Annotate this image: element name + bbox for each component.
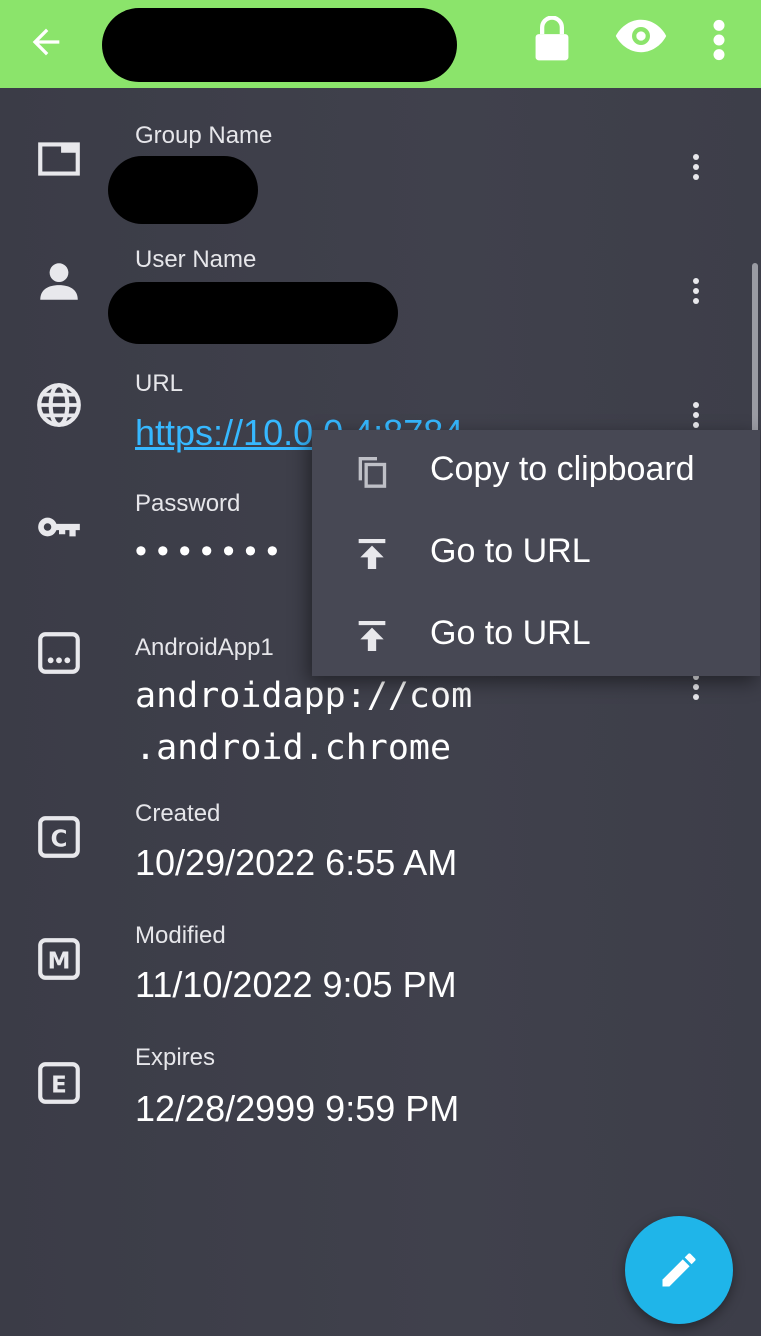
- android-app-value: androidapp://com .android.chrome: [135, 676, 473, 768]
- group-name-value-redacted: [108, 156, 258, 224]
- menu-item-go-to-url-2[interactable]: Go to URL: [312, 594, 760, 676]
- expires-e-icon: E: [38, 1062, 80, 1104]
- field-user-name[interactable]: User Name: [0, 242, 740, 352]
- person-icon: [40, 263, 78, 300]
- app-window-icon: [38, 632, 80, 674]
- copy-icon: [358, 457, 387, 488]
- expires-label: Expires: [135, 1044, 216, 1071]
- modified-label: Modified: [135, 922, 226, 949]
- edit-fab-button[interactable]: [625, 1216, 733, 1324]
- more-vert-icon[interactable]: [688, 276, 704, 306]
- user-name-value-redacted: [108, 282, 398, 344]
- modified-m-icon: M: [38, 938, 80, 980]
- more-vert-icon[interactable]: [688, 400, 704, 430]
- upload-arrow-icon: [358, 621, 386, 651]
- menu-item-label: Go to URL: [430, 614, 591, 652]
- pencil-icon: [662, 1253, 696, 1287]
- menu-item-label: Copy to clipboard: [430, 450, 695, 488]
- group-name-label: Group Name: [135, 122, 273, 149]
- lock-icon[interactable]: [532, 16, 572, 62]
- context-menu: Copy to clipboard Go to URL Go to URL: [312, 430, 760, 676]
- created-value: 10/29/2022 6:55 AM: [135, 842, 458, 883]
- field-modified: M Modified 11/10/2022 9:05 PM: [0, 920, 740, 1030]
- back-arrow-icon[interactable]: [26, 22, 66, 62]
- field-expires: E Expires 12/28/2999 9:59 PM: [0, 1044, 740, 1154]
- more-vert-icon[interactable]: [709, 18, 729, 62]
- svg-text:M: M: [48, 948, 71, 974]
- entry-title-redacted: [102, 8, 457, 82]
- android-app-label: AndroidApp1: [135, 634, 274, 661]
- expires-value: 12/28/2999 9:59 PM: [135, 1088, 460, 1129]
- more-vert-icon[interactable]: [688, 672, 704, 702]
- created-c-icon: C: [38, 816, 80, 858]
- eye-icon[interactable]: [614, 18, 668, 54]
- modified-value: 11/10/2022 9:05 PM: [135, 964, 457, 1005]
- password-value: •••••••: [135, 532, 289, 570]
- app-bar: [0, 0, 761, 88]
- user-name-label: User Name: [135, 246, 257, 273]
- key-icon: [38, 517, 80, 537]
- field-group-name[interactable]: Group Name: [0, 118, 740, 228]
- menu-item-copy-to-clipboard[interactable]: Copy to clipboard: [312, 430, 760, 512]
- password-label: Password: [135, 490, 241, 517]
- more-vert-icon[interactable]: [688, 152, 704, 182]
- upload-arrow-icon: [358, 539, 386, 569]
- field-created: C Created 10/29/2022 6:55 AM: [0, 798, 740, 908]
- svg-text:E: E: [51, 1072, 67, 1098]
- created-label: Created: [135, 800, 221, 827]
- folder-icon: [38, 142, 80, 176]
- globe-icon: [37, 383, 81, 427]
- menu-item-go-to-url[interactable]: Go to URL: [312, 512, 760, 594]
- menu-item-label: Go to URL: [430, 532, 591, 570]
- svg-text:C: C: [51, 826, 68, 852]
- url-label: URL: [135, 370, 184, 397]
